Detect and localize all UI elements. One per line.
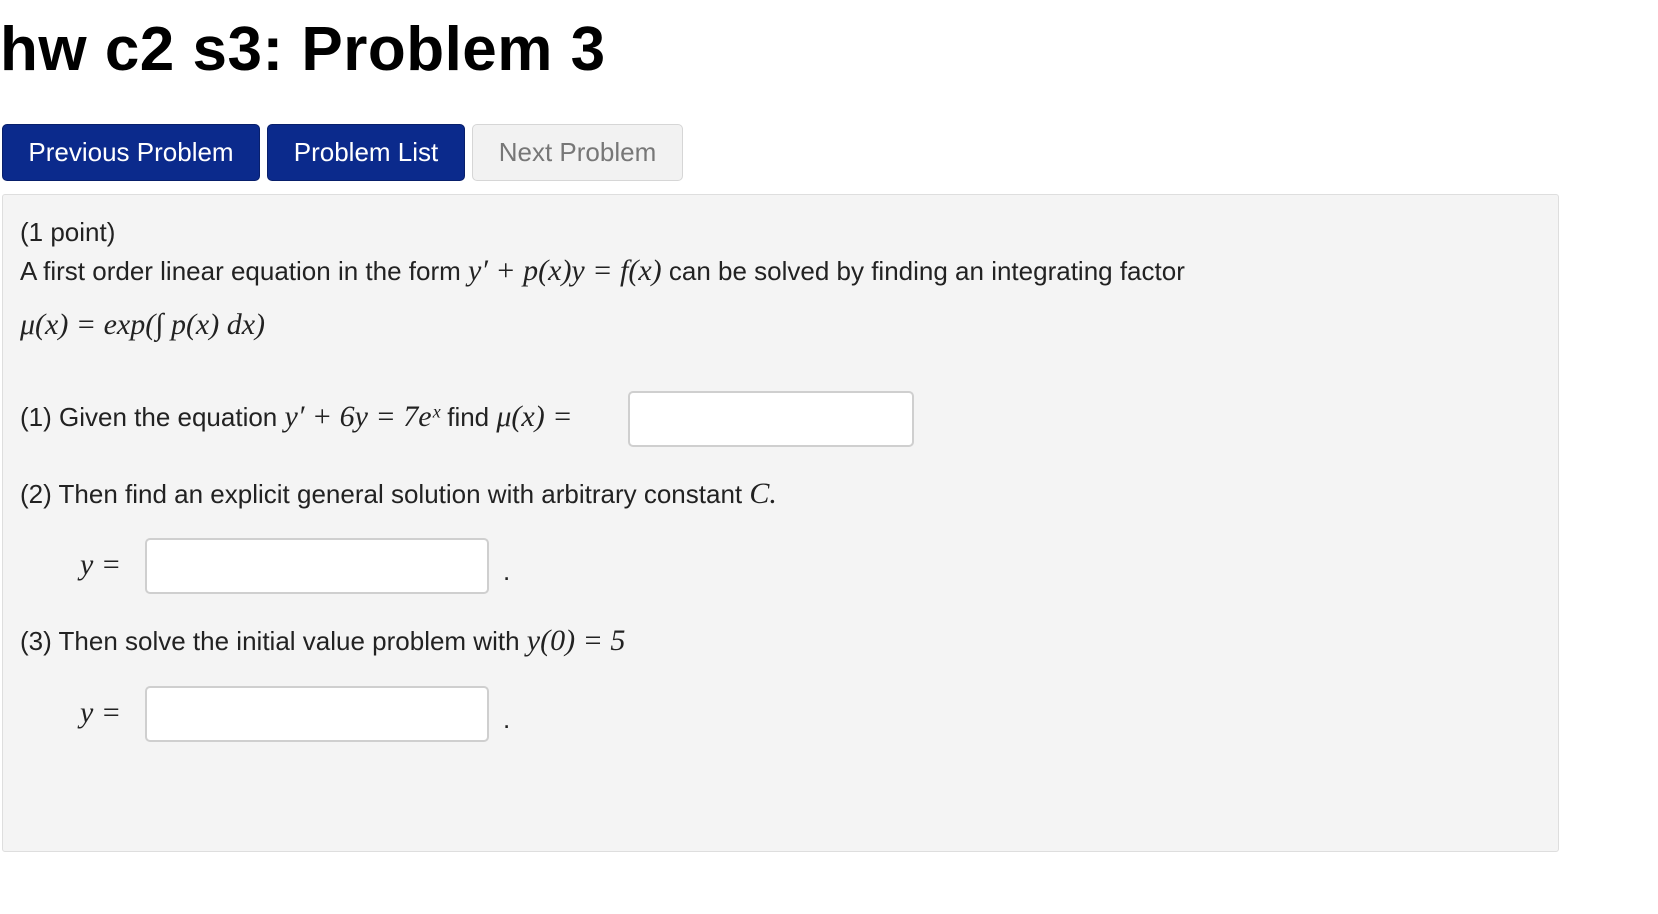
part2-period: . [503,556,511,586]
part1-line: (1) Given the equation y′ + 6y = 7eˣ fin… [20,400,572,434]
intro-line: A first order linear equation in the for… [20,254,1185,288]
problem-list-button[interactable]: Problem List [267,124,465,181]
part3-text: (3) Then solve the initial value problem… [20,626,520,656]
part3-initial-condition: y(0) = 5 [526,624,626,657]
part2-text: (2) Then find an explicit general soluti… [20,479,743,509]
intro-equation: y′ + p(x)y = f(x) [468,254,662,287]
intro-text-2: can be solved by finding an integrating … [668,256,1185,286]
points-label: (1 point) [20,217,116,247]
previous-problem-button[interactable]: Previous Problem [2,124,260,181]
part3-y-label: y = [80,696,122,729]
part1-find: find [447,402,490,432]
part3-period: . [503,704,511,734]
part3-line: (3) Then solve the initial value problem… [20,624,625,658]
ivp-solution-input[interactable] [145,686,489,742]
mu-def: μ(x) = exp(∫ p(x) dx) [20,308,266,341]
part1-equation: y′ + 6y = 7eˣ [284,400,440,433]
part2-line: (2) Then find an explicit general soluti… [20,477,777,511]
part2-y-label: y = [80,548,122,581]
part1-mu-label: μ(x) = [496,400,573,433]
general-solution-input[interactable] [145,538,489,594]
problem-panel [2,194,1559,852]
intro-text-1: A first order linear equation in the for… [20,256,461,286]
part1-text: (1) Given the equation [20,402,278,432]
mu-answer-input[interactable] [628,391,914,447]
next-problem-button[interactable]: Next Problem [472,124,683,181]
part2-constant: C. [749,477,777,510]
page-title: hw c2 s3: Problem 3 [0,15,606,84]
integrating-factor-definition: μ(x) = exp(∫ p(x) dx) [20,308,265,342]
